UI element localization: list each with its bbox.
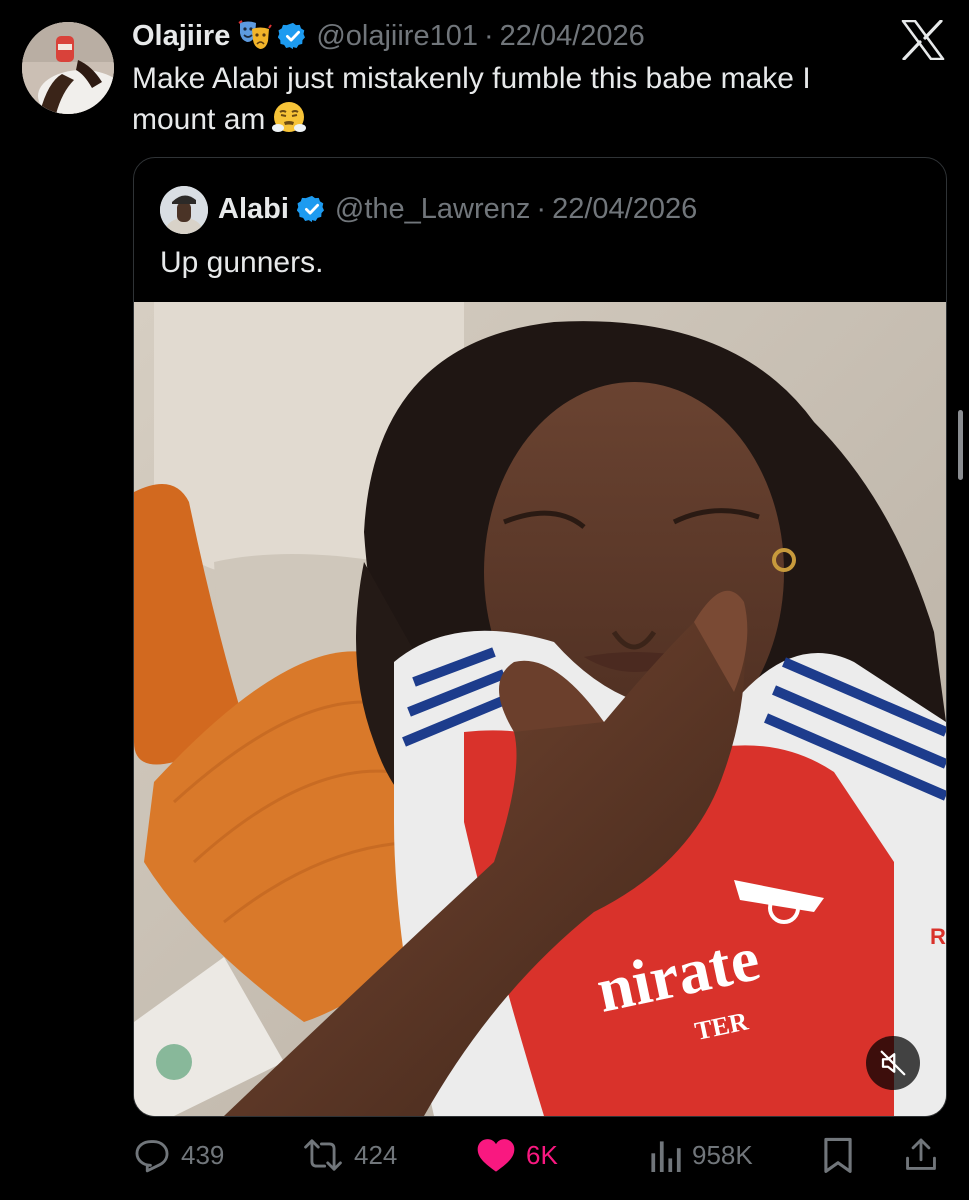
- author-display-name[interactable]: Olajiire: [132, 20, 230, 53]
- share-button[interactable]: [902, 1130, 940, 1180]
- views-chart-icon: [651, 1141, 681, 1172]
- separator-dot: ·: [536, 192, 547, 225]
- verified-badge-icon: [278, 21, 308, 51]
- quoted-post-card[interactable]: Alabi @the_Lawrenz · 22/04/2026 Up gunne…: [133, 157, 947, 1117]
- author-avatar[interactable]: [22, 22, 114, 114]
- quoted-post-date[interactable]: 22/04/2026: [552, 193, 697, 226]
- share-icon: [906, 1138, 936, 1170]
- video-frame-illustration: nirate TER R: [134, 302, 946, 1116]
- reply-icon: [135, 1140, 169, 1173]
- performing-arts-emoji-icon: [238, 20, 273, 52]
- post-text: Make Alabi just mistakenly fumble this b…: [132, 58, 902, 140]
- scrollbar-thumb[interactable]: [958, 410, 963, 480]
- reply-count: 439: [181, 1139, 225, 1170]
- post-action-bar: 439 424 6K 958K: [0, 1130, 969, 1180]
- view-count: 958K: [692, 1139, 753, 1170]
- repost-icon: [304, 1139, 342, 1171]
- x-logo-icon: [901, 19, 945, 61]
- bookmark-icon: [824, 1137, 852, 1173]
- reply-button[interactable]: 439: [133, 1130, 224, 1180]
- heart-filled-icon: [477, 1139, 515, 1172]
- like-count: 6K: [526, 1139, 558, 1170]
- separator-dot: ·: [483, 19, 494, 52]
- quoted-author-avatar[interactable]: [160, 186, 208, 234]
- author-handle[interactable]: @olajiire101: [316, 20, 478, 53]
- repost-count: 424: [354, 1139, 398, 1170]
- quoted-author-display-name[interactable]: Alabi: [218, 193, 289, 226]
- like-button[interactable]: 6K: [476, 1130, 558, 1180]
- quoted-author-handle[interactable]: @the_Lawrenz: [335, 193, 531, 226]
- mute-toggle-button[interactable]: [866, 1036, 920, 1090]
- speaker-muted-icon: [880, 1050, 906, 1076]
- post-header: Olajiire @olajiire101 · 22/04/2026: [132, 16, 645, 56]
- quoted-post-header: Alabi @the_Lawrenz · 22/04/2026: [218, 188, 697, 230]
- jersey-side-letter: R: [930, 924, 946, 949]
- post-date[interactable]: 22/04/2026: [500, 20, 645, 53]
- post-text-content: Make Alabi just mistakenly fumble this b…: [132, 62, 811, 136]
- verified-badge-icon: [296, 194, 327, 224]
- quoted-post-video[interactable]: nirate TER R: [134, 302, 946, 1116]
- bookmark-button[interactable]: [822, 1130, 854, 1180]
- repost-button[interactable]: 424: [302, 1130, 397, 1180]
- face-with-steam-emoji-icon: [271, 99, 307, 135]
- views-button[interactable]: 958K: [648, 1130, 753, 1180]
- quoted-post-text: Up gunners.: [160, 246, 324, 279]
